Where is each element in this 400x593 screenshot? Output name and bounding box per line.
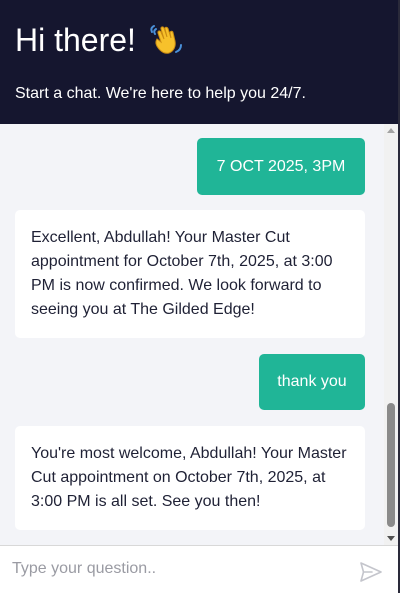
- message-composer: [0, 545, 398, 593]
- scroll-up-arrow-icon[interactable]: [387, 128, 395, 133]
- scroll-down-arrow-icon[interactable]: [387, 536, 395, 541]
- user-message: thank you: [259, 354, 365, 410]
- bot-message: You're most welcome, Abdullah! Your Mast…: [15, 426, 365, 530]
- header-subtitle: Start a chat. We're here to help you 24/…: [15, 85, 306, 102]
- question-input[interactable]: [12, 554, 342, 584]
- greeting-title: Hi there!: [15, 20, 184, 60]
- scroll-thumb[interactable]: [387, 403, 395, 527]
- chat-header: Hi there! Start a chat. We're here to he…: [0, 0, 398, 124]
- user-message: 7 OCT 2025, 3PM: [197, 138, 365, 195]
- chat-widget: Hi there! Start a chat. We're here to he…: [0, 0, 400, 593]
- send-button[interactable]: [359, 561, 383, 583]
- chat-scrollbar[interactable]: [384, 124, 398, 545]
- greeting-text: Hi there!: [15, 22, 136, 58]
- message-list[interactable]: 7 OCT 2025, 3PM Excellent, Abdullah! You…: [0, 124, 398, 545]
- bot-message: Excellent, Abdullah! Your Master Cut app…: [15, 210, 365, 338]
- waving-hand-icon: [148, 22, 184, 58]
- send-icon: [360, 562, 382, 582]
